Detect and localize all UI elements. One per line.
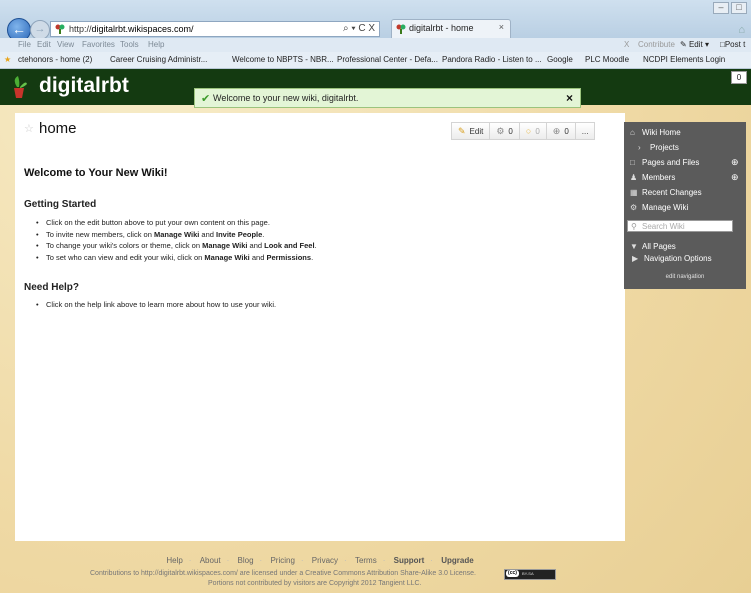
search-wiki-input[interactable]: ⚲ Search Wiki xyxy=(627,220,733,232)
footer-link-support[interactable]: Support xyxy=(394,556,425,565)
welcome-notice: ✔ Welcome to your new wiki, digitalrbt. … xyxy=(194,88,581,108)
gear-icon: ⚙ xyxy=(630,203,638,212)
need-help-heading: Need Help? xyxy=(24,282,80,293)
notice-close-icon[interactable]: × xyxy=(566,91,573,105)
history-icon: ⚙ xyxy=(496,125,505,136)
menu-tools[interactable]: Tools xyxy=(120,40,139,49)
favorites-bar: ★ ctehonors - home (2) Career Cruising A… xyxy=(0,52,751,69)
triangle-right-icon: ▶ xyxy=(632,254,639,263)
need-help-list: Click on the help link above to learn mo… xyxy=(36,300,276,312)
footer-link-about[interactable]: About xyxy=(200,556,221,565)
window-controls: – □ xyxy=(711,2,747,14)
list-item: To invite new members, click on Manage W… xyxy=(36,230,317,242)
edit-page-icon: ✎ xyxy=(458,125,466,136)
command-close[interactable]: X xyxy=(624,40,629,49)
favorite-pandora[interactable]: Pandora Radio - Listen to ... xyxy=(442,55,542,64)
triangle-down-icon: ▼ xyxy=(630,242,638,251)
address-controls[interactable]: ⌕ ▾ C X xyxy=(343,23,375,34)
home-icon: ⌂ xyxy=(630,128,635,137)
more-button[interactable]: ... xyxy=(574,122,596,140)
sidebar-item-recent-changes[interactable]: ▦ Recent Changes xyxy=(630,188,702,197)
add-member-icon[interactable]: ⊕ xyxy=(731,172,743,183)
menu-edit[interactable]: Edit xyxy=(37,40,51,49)
edit-icon: ✎ xyxy=(680,40,689,49)
address-bar[interactable]: http://digitalrbt.wikispaces.com/ ⌕ ▾ C … xyxy=(50,21,380,37)
wiki-logo-icon[interactable] xyxy=(10,75,28,99)
favorite-professional-center[interactable]: Professional Center - Defa... xyxy=(337,55,438,64)
menu-view[interactable]: View xyxy=(57,40,74,49)
minimize-button[interactable]: – xyxy=(713,2,729,14)
cc-license-badge[interactable]: (cc) BY-SA xyxy=(504,569,556,580)
menu-help[interactable]: Help xyxy=(148,40,164,49)
footer-link-help[interactable]: Help xyxy=(166,556,182,565)
getting-started-list: Click on the edit button above to put yo… xyxy=(36,218,317,264)
command-edit[interactable]: ✎ Edit ▾ xyxy=(680,40,709,49)
calendar-icon: ▦ xyxy=(630,188,638,197)
favorite-ctehonors[interactable]: ctehonors - home (2) xyxy=(18,55,92,64)
favorite-ncdpi[interactable]: NCDPI Elements Login xyxy=(643,55,725,64)
welcome-heading: Welcome to Your New Wiki! xyxy=(24,167,168,179)
chevron-right-icon: › xyxy=(638,143,641,152)
favorite-nbpts[interactable]: Welcome to NBPTS - NBR... xyxy=(232,55,334,64)
edit-navigation-link[interactable]: edit navigation xyxy=(624,274,746,280)
footer-link-pricing[interactable]: Pricing xyxy=(270,556,294,565)
footer-link-terms[interactable]: Terms xyxy=(355,556,377,565)
menu-favorites[interactable]: Favorites xyxy=(82,40,115,49)
forward-button[interactable]: → xyxy=(30,20,50,40)
comment-icon: ○ xyxy=(525,126,532,136)
tab-title: digitalrbt - home xyxy=(409,23,474,33)
sidebar-item-manage-wiki[interactable]: ⚙ Manage Wiki xyxy=(630,203,688,212)
url-text[interactable]: http://digitalrbt.wikispaces.com/ xyxy=(69,24,194,34)
list-item: Click on the edit button above to put yo… xyxy=(36,218,317,230)
follow-button[interactable]: ⊕ 0 xyxy=(545,122,576,140)
favorite-star-icon[interactable]: ☆ xyxy=(24,122,34,135)
sidebar-item-all-pages[interactable]: ▼ All Pages xyxy=(630,242,676,251)
list-item: To set who can view and edit your wiki, … xyxy=(36,253,317,265)
getting-started-heading: Getting Started xyxy=(24,199,97,210)
folder-icon: □ xyxy=(630,158,635,167)
list-item: Click on the help link above to learn mo… xyxy=(36,300,276,312)
history-button[interactable]: ⚙ 0 xyxy=(489,122,520,140)
add-page-icon[interactable]: ⊕ xyxy=(731,157,743,168)
cc-icon: (cc) xyxy=(506,570,519,577)
command-contribute[interactable]: Contribute xyxy=(638,40,675,49)
comments-button[interactable]: ○ 0 xyxy=(518,122,547,140)
header-count-badge[interactable]: 0 xyxy=(731,71,747,84)
command-post[interactable]: □Post t xyxy=(720,40,745,49)
follow-icon: ⊕ xyxy=(552,125,561,136)
footer-links: Help · About · Blog · Pricing · Privacy · Ter… xyxy=(166,556,474,565)
copyright-text: Portions not contributed by visitors are… xyxy=(208,580,422,587)
page-title: home xyxy=(39,120,77,137)
favorites-star-icon[interactable]: ★ xyxy=(4,55,11,64)
tab-favicon-icon xyxy=(396,24,406,34)
license-text: Contributions to http://digitalrbt.wikis… xyxy=(90,570,476,577)
footer-link-blog[interactable]: Blog xyxy=(238,556,254,565)
browser-home-icon[interactable]: ⌂ xyxy=(738,24,745,36)
favorite-plc-moodle[interactable]: PLC Moodle xyxy=(585,55,629,64)
favorite-google[interactable]: Google xyxy=(547,55,573,64)
sidebar-item-pages-files[interactable]: □ Pages and Files xyxy=(630,158,699,167)
menu-file[interactable]: File xyxy=(18,40,31,49)
notice-message: Welcome to your new wiki, digitalrbt. xyxy=(213,93,359,103)
sidebar-item-navigation-options[interactable]: ▶ Navigation Options xyxy=(632,254,712,263)
restore-button[interactable]: □ xyxy=(731,2,747,14)
members-icon: ♟ xyxy=(630,173,638,182)
page-toolbar: ✎ Edit ⚙ 0 ○ 0 ⊕ 0 ... xyxy=(451,122,596,140)
browser-tab[interactable]: digitalrbt - home × xyxy=(391,19,511,38)
browser-menubar: File Edit View Favorites Tools Help X Co… xyxy=(0,38,751,52)
cc-badge-label: BY-SA xyxy=(522,571,534,576)
footer-link-upgrade[interactable]: Upgrade xyxy=(441,556,473,565)
edit-button[interactable]: ✎ Edit xyxy=(451,122,491,140)
sidebar-item-members[interactable]: ♟ Members xyxy=(630,173,675,182)
search-icon: ⚲ xyxy=(631,222,637,231)
sidebar-item-projects[interactable]: › Projects xyxy=(638,143,679,152)
footer-link-privacy[interactable]: Privacy xyxy=(312,556,338,565)
favorite-career-cruising[interactable]: Career Cruising Administr... xyxy=(110,55,207,64)
site-title[interactable]: digitalrbt xyxy=(39,74,129,98)
list-item: To change your wiki's colors or theme, c… xyxy=(36,241,317,253)
tab-close-icon[interactable]: × xyxy=(499,22,504,32)
sidebar-item-wiki-home[interactable]: ⌂ Wiki Home xyxy=(630,128,681,137)
wiki-favicon-icon xyxy=(55,24,65,34)
checkmark-icon: ✔ xyxy=(201,93,211,105)
